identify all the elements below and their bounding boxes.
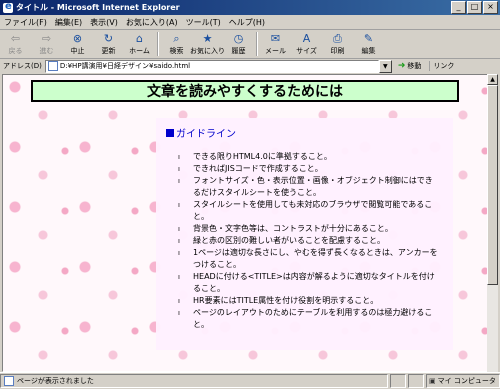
list-item: ı HEADに付ける<TITLE>は内容が解るように適切なタイトルを付けること。 — [178, 272, 435, 293]
toolbar: ⇦ 戻る ⇨ 進む ⊗ 中止 ↻ 更新 ⌂ ホーム ⌕ 検索 ★ お気に入り ◷ 履歴 ✉ メール… — [0, 30, 500, 59]
bullet-icon: ı — [178, 177, 180, 185]
window-title: タイトル - Microsoft Internet Explorer — [16, 3, 180, 12]
edit-button[interactable]: ✎ 編集 — [353, 32, 384, 56]
page-heading: 文章を読みやすくするためには — [31, 80, 459, 102]
search-icon: ⌕ — [173, 31, 180, 45]
maximize-button[interactable]: □ — [467, 1, 482, 14]
square-bullet-icon — [166, 128, 174, 137]
list-item: ı 緑と赤の区別の難しい者がいることを配慮すること。 — [178, 236, 385, 245]
list-item: ı フォントサイズ・色・表示位置・画像・オブジェクト制御にはできるだけスタイルシー… — [178, 176, 433, 197]
vertical-scrollbar[interactable]: ▲ — [487, 74, 498, 372]
title-bar: タイトル - Microsoft Internet Explorer _ □ × — [0, 0, 500, 15]
mail-button[interactable]: ✉ メール — [260, 32, 291, 56]
stop-icon: ⊗ — [72, 32, 83, 45]
favorites-button[interactable]: ★ お気に入り — [190, 32, 225, 56]
back-button[interactable]: ⇦ 戻る — [0, 32, 31, 56]
scroll-thumb[interactable] — [487, 85, 498, 285]
status-text: ページが表示されました — [0, 374, 388, 388]
bullet-icon: ı — [178, 153, 180, 161]
ie-logo-icon — [3, 1, 13, 13]
bullet-icon: ı — [178, 297, 180, 305]
list-item: ı できる限りHTML4.0に準拠すること。 — [178, 152, 332, 161]
printer-icon: ⎙ — [333, 31, 342, 45]
status-panel — [408, 374, 424, 388]
status-panel — [390, 374, 406, 388]
bullet-icon: ı — [178, 201, 180, 209]
print-button[interactable]: ⎙ 印刷 — [322, 32, 353, 56]
list-item: ı 1ページは適切な長さにし、やむを得ず長くなるときは、アンカーをつけること。 — [178, 248, 438, 269]
home-icon: ⌂ — [136, 32, 143, 45]
page-done-icon — [4, 376, 14, 386]
history-icon: ◷ — [233, 32, 244, 45]
close-button[interactable]: × — [483, 1, 498, 14]
menu-help[interactable]: ヘルプ(H) — [225, 17, 269, 28]
guideline-list: ı できる限りHTML4.0に準拠すること。 ı できればJISコードで作成すること… — [178, 151, 440, 331]
bullet-icon: ı — [178, 309, 180, 317]
address-input[interactable]: D:¥HP講演用¥日経デザイン¥saido.html — [44, 59, 379, 73]
menu-view[interactable]: 表示(V) — [86, 17, 122, 28]
minimize-button[interactable]: _ — [451, 1, 466, 14]
back-arrow-icon: ⇦ — [10, 32, 21, 45]
forward-button[interactable]: ⇨ 進む — [31, 32, 62, 56]
list-item: ı ページのレイアウトのためにテーブルを利用するのは極力避けること。 — [178, 308, 433, 329]
list-item: ı スタイルシートを使用しても未対応のブラウザで閲覧可能であること。 — [178, 200, 433, 221]
computer-icon: ▣ — [429, 377, 436, 385]
menu-tools[interactable]: ツール(T) — [182, 17, 225, 28]
go-button[interactable]: ➜ 移動 — [398, 61, 422, 71]
menu-bar: ファイル(F) 編集(E) 表示(V) お気に入り(A) ツール(T) ヘルプ(… — [0, 15, 500, 30]
home-button[interactable]: ⌂ ホーム — [124, 32, 155, 56]
toolbar-separator — [256, 32, 258, 56]
address-bar: アドレス(D) D:¥HP講演用¥日経デザイン¥saido.html ▼ ➜ 移動… — [0, 59, 500, 73]
size-button[interactable]: A サイズ — [291, 32, 322, 56]
forward-arrow-icon: ⇨ — [41, 32, 52, 45]
history-button[interactable]: ◷ 履歴 — [223, 32, 254, 56]
menu-favorites[interactable]: お気に入り(A) — [122, 17, 182, 28]
section-title: ガイドライン — [166, 125, 236, 140]
bullet-icon: ı — [178, 237, 180, 245]
stop-button[interactable]: ⊗ 中止 — [62, 32, 93, 56]
list-item: ı 背景色・文字色等は、コントラストが十分にあること。 — [178, 224, 393, 233]
refresh-button[interactable]: ↻ 更新 — [93, 32, 124, 56]
menu-file[interactable]: ファイル(F) — [0, 17, 51, 28]
menu-edit[interactable]: 編集(E) — [51, 17, 86, 28]
list-item: ı できればJISコードで作成すること。 — [178, 164, 323, 173]
list-item: ı HR要素にはTITLE属性を付け役割を明示すること。 — [178, 296, 379, 305]
links-button[interactable]: リンク — [429, 61, 454, 71]
address-dropdown-button[interactable]: ▼ — [378, 59, 392, 73]
scroll-up-icon[interactable]: ▲ — [487, 74, 498, 85]
bullet-icon: ı — [178, 273, 180, 281]
guideline-panel: ガイドライン ı できる限りHTML4.0に準拠すること。 ı できればJISコード… — [156, 118, 453, 350]
status-bar: ページが表示されました ▣ マイ コンピュータ — [0, 372, 500, 389]
bullet-icon: ı — [178, 249, 180, 257]
security-zone: ▣ マイ コンピュータ — [426, 374, 500, 388]
mail-icon: ✉ — [270, 32, 281, 45]
address-label: アドレス(D) — [3, 62, 42, 70]
go-arrow-icon: ➜ — [397, 61, 406, 71]
bullet-icon: ı — [178, 225, 180, 233]
refresh-icon: ↻ — [103, 32, 114, 45]
favorites-icon: ★ — [202, 32, 213, 45]
search-button[interactable]: ⌕ 検索 — [161, 32, 192, 56]
bullet-icon: ı — [178, 165, 180, 173]
page-icon — [47, 61, 58, 71]
font-size-icon: A — [302, 32, 311, 45]
toolbar-separator — [157, 32, 159, 56]
edit-icon: ✎ — [363, 32, 374, 45]
address-value: D:¥HP講演用¥日経デザイン¥saido.html — [59, 61, 191, 70]
